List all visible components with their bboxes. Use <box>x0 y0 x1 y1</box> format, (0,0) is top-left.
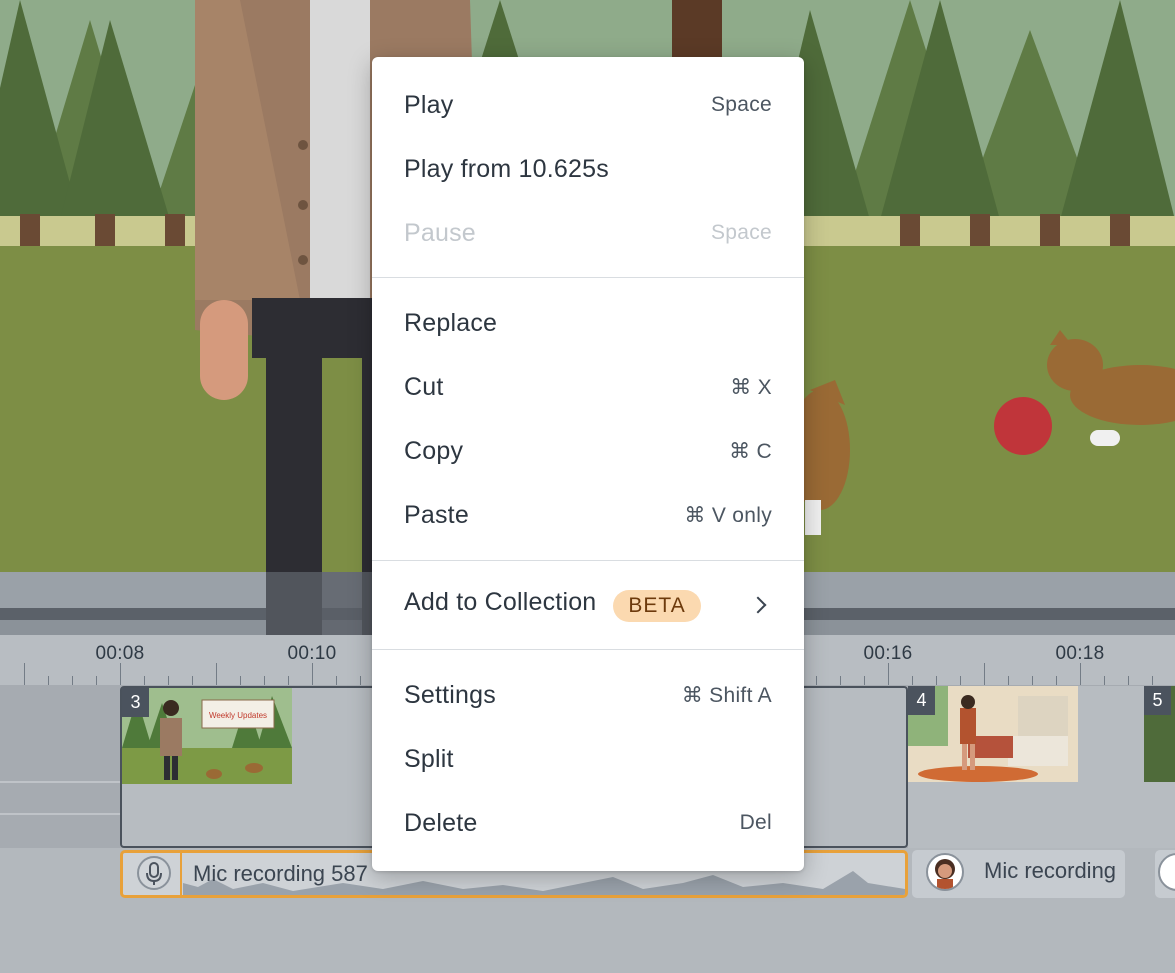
ruler-tick <box>240 676 241 685</box>
mic-icon <box>137 856 171 890</box>
ruler-tick <box>1008 676 1009 685</box>
ruler-tick <box>1104 676 1105 685</box>
menu-item-shortcut: ⌘ C <box>729 439 772 463</box>
scene-3-thumb-text: Weekly Updates <box>209 711 267 720</box>
avatar <box>926 853 964 891</box>
ruler-tick <box>144 676 145 685</box>
ruler-tick <box>888 663 889 685</box>
ruler-tick <box>816 676 817 685</box>
ruler-tick <box>48 676 49 685</box>
menu-item-label: Add to Collection <box>404 588 597 617</box>
audio-clip-partial[interactable] <box>1155 850 1175 898</box>
menu-item-label: Cut <box>404 372 444 401</box>
ruler-tick <box>864 676 865 685</box>
menu-item-label: Copy <box>404 436 464 465</box>
ruler-tick <box>912 676 913 685</box>
audio-clip-label: Mic recording <box>984 858 1117 883</box>
ruler-label: 00:08 <box>95 643 145 664</box>
scene-number-badge: 5 <box>1144 686 1171 715</box>
ruler-tick <box>192 676 193 685</box>
ruler-tick <box>1056 676 1057 685</box>
menu-separator <box>372 277 804 278</box>
menu-item-cut[interactable]: Cut ⌘ X <box>372 355 804 419</box>
menu-item-copy[interactable]: Copy ⌘ C <box>372 419 804 483</box>
menu-item-label: Play from 10.625s <box>404 154 609 183</box>
ruler-tick <box>24 663 25 685</box>
menu-item-replace[interactable]: Replace <box>372 291 804 355</box>
ruler-label: 00:16 <box>863 643 913 664</box>
menu-item-shortcut: ⌘ Shift A <box>681 683 772 707</box>
menu-item-shortcut: Del <box>739 811 772 834</box>
menu-item-play-from[interactable]: Play from 10.625s <box>372 137 804 201</box>
audio-clip-label: Mic recording 587 <box>193 861 368 886</box>
ruler-tick <box>936 676 937 685</box>
ruler-tick <box>120 663 121 685</box>
menu-separator <box>372 649 804 650</box>
ruler-tick <box>72 676 73 685</box>
ruler-tick <box>1080 663 1081 685</box>
ruler-label: 00:10 <box>287 643 337 664</box>
ruler-tick <box>1128 676 1129 685</box>
menu-item-label: Settings <box>404 680 496 709</box>
avatar <box>1158 853 1175 891</box>
menu-item-paste[interactable]: Paste ⌘ V only <box>372 483 804 547</box>
ruler-tick <box>1032 676 1033 685</box>
ruler-tick <box>264 676 265 685</box>
audio-clip-mic-recording[interactable]: Mic recording <box>912 850 1125 898</box>
menu-item-shortcut: Space <box>710 221 772 244</box>
ruler-tick <box>96 676 97 685</box>
menu-item-label: Play <box>404 90 454 119</box>
ruler-tick <box>216 663 217 685</box>
menu-item-label: Split <box>404 744 454 773</box>
menu-item-play[interactable]: Play Space <box>372 73 804 137</box>
ruler-tick <box>360 676 361 685</box>
ruler-tick <box>288 676 289 685</box>
menu-item-label: Paste <box>404 500 469 529</box>
ruler-tick <box>312 663 313 685</box>
beta-badge: BETA <box>613 589 701 622</box>
menu-separator <box>372 560 804 561</box>
menu-item-pause: Pause Space <box>372 201 804 265</box>
ruler-label: 00:18 <box>1055 643 1105 664</box>
context-menu: Play Space Play from 10.625s Pause Space… <box>372 57 804 871</box>
scene-clip-5[interactable]: 5 <box>1144 686 1175 848</box>
menu-item-settings[interactable]: Settings ⌘ Shift A <box>372 663 804 727</box>
menu-item-shortcut: Space <box>710 93 772 116</box>
scene-number-badge: 4 <box>908 686 935 715</box>
ruler-tick <box>168 676 169 685</box>
menu-item-add-to-collection[interactable]: Add to Collection BETA <box>372 573 804 637</box>
playhead-marker <box>180 853 182 895</box>
menu-item-split[interactable]: Split <box>372 727 804 791</box>
menu-item-shortcut: ⌘ V only <box>684 503 772 527</box>
chevron-right-icon <box>749 596 767 614</box>
menu-item-label: Pause <box>404 218 476 247</box>
menu-item-label: Replace <box>404 308 498 337</box>
ruler-tick <box>1152 676 1153 685</box>
scene-clip-4[interactable]: 4 <box>908 686 1144 848</box>
ruler-tick <box>336 676 337 685</box>
scene-number-badge: 3 <box>122 688 149 717</box>
ruler-tick <box>984 663 985 685</box>
menu-item-label: Delete <box>404 808 478 837</box>
ruler-tick <box>960 676 961 685</box>
menu-item-shortcut: ⌘ X <box>730 375 772 399</box>
menu-item-delete[interactable]: Delete Del <box>372 791 804 855</box>
ruler-tick <box>840 676 841 685</box>
